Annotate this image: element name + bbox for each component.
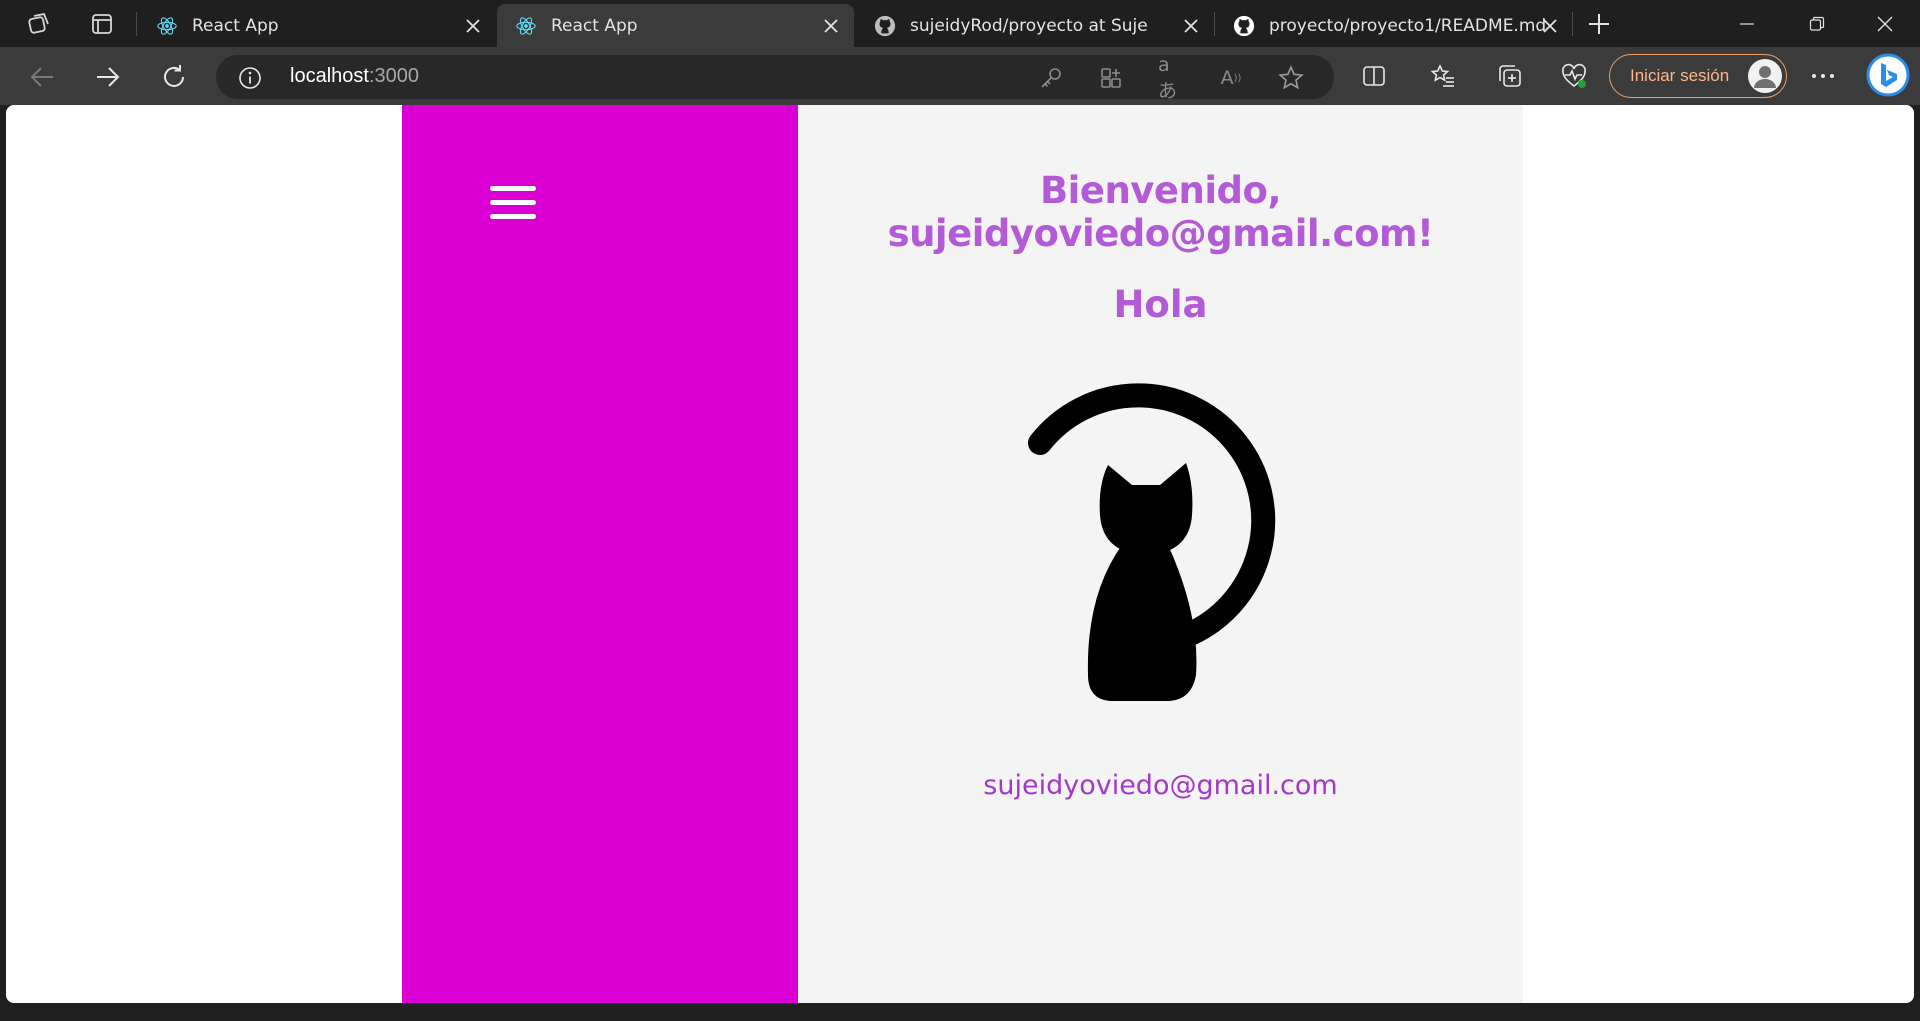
app-available-icon[interactable] bbox=[1098, 65, 1124, 91]
forward-button[interactable] bbox=[90, 59, 126, 95]
url-text[interactable]: localhost:3000 bbox=[290, 65, 419, 88]
react-icon bbox=[516, 17, 536, 35]
collections-icon[interactable] bbox=[1495, 61, 1525, 91]
tab-title: proyecto/proyecto1/README.md bbox=[1269, 16, 1547, 36]
tab-react-app-1[interactable]: React App bbox=[138, 4, 496, 47]
github-icon bbox=[1233, 15, 1255, 37]
reload-button[interactable] bbox=[156, 59, 192, 95]
more-options-icon[interactable] bbox=[1807, 61, 1839, 91]
url-port: :3000 bbox=[368, 65, 419, 87]
url-host: localhost bbox=[290, 65, 369, 87]
tab-divider bbox=[136, 12, 137, 36]
read-aloud-icon[interactable]: A)) bbox=[1218, 65, 1244, 91]
bing-copilot-icon[interactable] bbox=[1864, 53, 1912, 99]
tab-github-proyecto[interactable]: sujeidyRod/proyecto at Suje bbox=[856, 4, 1214, 47]
back-button[interactable] bbox=[24, 59, 60, 95]
new-tab-button[interactable] bbox=[1583, 8, 1615, 40]
taskbar-edge bbox=[0, 1003, 1920, 1021]
close-tab-icon[interactable] bbox=[820, 15, 842, 37]
site-info-icon[interactable] bbox=[238, 66, 262, 90]
github-icon bbox=[874, 15, 896, 37]
tab-react-app-2[interactable]: React App bbox=[497, 4, 854, 47]
close-tab-icon[interactable] bbox=[462, 15, 484, 37]
page-viewport: Bienvenido, sujeidyoviedo@gmail.com! Hol… bbox=[6, 105, 1914, 1003]
browser-essentials-icon[interactable] bbox=[1559, 61, 1589, 91]
main-content: Bienvenido, sujeidyoviedo@gmail.com! Hol… bbox=[798, 105, 1523, 1003]
translate-icon[interactable]: aあ bbox=[1158, 54, 1184, 102]
tab-title: React App bbox=[192, 16, 279, 36]
key-icon[interactable] bbox=[1038, 65, 1064, 91]
tab-divider bbox=[1572, 12, 1573, 36]
tab-actions-icon[interactable] bbox=[86, 8, 118, 40]
split-screen-icon[interactable] bbox=[1359, 61, 1389, 91]
tab-title: React App bbox=[551, 16, 638, 36]
sign-in-button[interactable]: Iniciar sesión bbox=[1609, 54, 1787, 98]
sidebar bbox=[402, 105, 798, 1003]
workspaces-icon[interactable] bbox=[22, 8, 54, 40]
favorites-icon[interactable] bbox=[1428, 61, 1458, 91]
close-window-button[interactable] bbox=[1850, 0, 1920, 47]
favorite-star-icon[interactable] bbox=[1278, 65, 1304, 91]
minimize-button[interactable] bbox=[1712, 0, 1782, 47]
welcome-heading: Bienvenido, sujeidyoviedo@gmail.com! bbox=[887, 169, 1434, 255]
restore-button[interactable] bbox=[1782, 0, 1852, 47]
react-icon bbox=[157, 17, 177, 35]
tab-strip: React App React App sujeidyRod/proyecto … bbox=[0, 0, 1920, 47]
user-email: sujeidyoviedo@gmail.com bbox=[983, 770, 1338, 801]
browser-toolbar: localhost:3000 aあ A)) Iniciar sesión bbox=[0, 47, 1920, 105]
avatar-icon bbox=[1748, 59, 1782, 93]
hamburger-menu-icon[interactable] bbox=[490, 186, 536, 220]
greeting-heading: Hola bbox=[1113, 283, 1208, 326]
cat-icon bbox=[1028, 383, 1276, 701]
tab-title: sujeidyRod/proyecto at Suje bbox=[910, 16, 1148, 36]
address-bar[interactable]: localhost:3000 aあ A)) bbox=[216, 54, 1334, 102]
close-tab-icon[interactable] bbox=[1539, 15, 1561, 37]
close-tab-icon[interactable] bbox=[1180, 15, 1202, 37]
sign-in-label: Iniciar sesión bbox=[1630, 66, 1730, 85]
tab-github-readme[interactable]: proyecto/proyecto1/README.md bbox=[1215, 4, 1573, 47]
